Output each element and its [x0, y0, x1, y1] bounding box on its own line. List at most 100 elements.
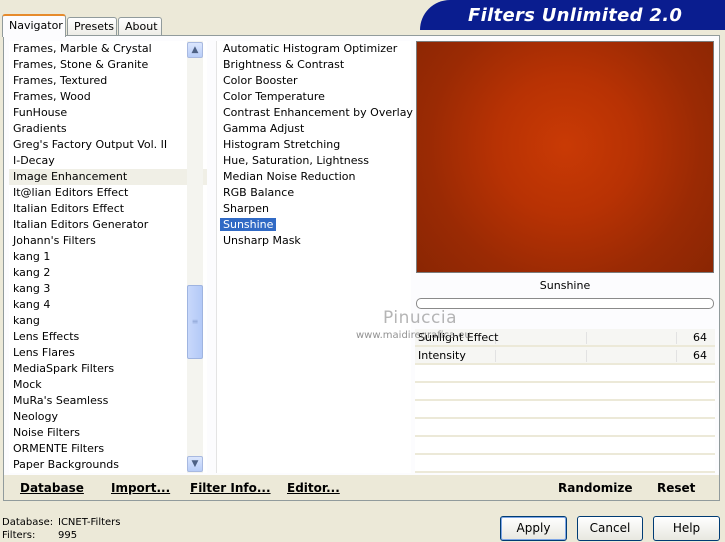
- list-item[interactable]: Greg's Factory Output Vol. II: [9, 137, 207, 153]
- database-link-label: Database: [20, 481, 84, 495]
- list-item-label: Johann's Filters: [13, 234, 96, 247]
- list-item-label: Frames, Textured: [13, 74, 108, 87]
- list-item[interactable]: MediaSpark Filters: [9, 361, 207, 377]
- database-link[interactable]: Database: [20, 481, 84, 495]
- list-item-label: Frames, Stone & Granite: [13, 58, 149, 71]
- list-item-label: Lens Effects: [13, 330, 80, 343]
- list-item[interactable]: Paper Backgrounds: [9, 457, 207, 473]
- list-item-label: kang 3: [13, 282, 51, 295]
- list-item[interactable]: Color Booster: [217, 73, 411, 89]
- reset-button[interactable]: Reset: [657, 481, 695, 495]
- database-label: Database:: [2, 517, 54, 528]
- cancel-button[interactable]: Cancel: [577, 516, 643, 541]
- progress-bar: [416, 298, 714, 309]
- watermark-name: Pinuccia: [383, 308, 457, 328]
- list-item-label: kang 4: [13, 298, 51, 311]
- list-item-label: Italian Editors Effect: [13, 202, 125, 215]
- apply-button[interactable]: Apply: [500, 516, 567, 541]
- preview-image: [416, 41, 714, 273]
- list-item-label: Histogram Stretching: [223, 138, 341, 151]
- list-item[interactable]: I-Decay: [9, 153, 207, 169]
- tab-navigator[interactable]: Navigator: [2, 14, 66, 37]
- list-item-label: Greg's Factory Output Vol. II: [13, 138, 168, 151]
- list-item[interactable]: MuRa's Seamless: [9, 393, 207, 409]
- list-item[interactable]: Gamma Adjust: [217, 121, 411, 137]
- help-button[interactable]: Help: [653, 516, 720, 541]
- list-item[interactable]: Image Enhancement: [9, 169, 207, 185]
- list-item[interactable]: Automatic Histogram Optimizer: [217, 41, 411, 57]
- list-item[interactable]: Frames, Textured: [9, 73, 207, 89]
- watermark-url: www.maidiregrafica.eu: [356, 330, 471, 341]
- list-item-label: Image Enhancement: [13, 170, 128, 183]
- param-row-empty: [415, 419, 715, 437]
- list-item-label: Color Temperature: [223, 90, 325, 103]
- param-value: 64: [693, 349, 707, 362]
- list-item[interactable]: kang 3: [9, 281, 207, 297]
- list-item-label: I-Decay: [13, 154, 55, 167]
- param-row-empty: [415, 365, 715, 383]
- list-item[interactable]: RGB Balance: [217, 185, 411, 201]
- list-item[interactable]: Histogram Stretching: [217, 137, 411, 153]
- list-item-label: Italian Editors Generator: [13, 218, 149, 231]
- list-item[interactable]: kang 1: [9, 249, 207, 265]
- list-item[interactable]: Contrast Enhancement by Overlay: [217, 105, 413, 121]
- scrollbar-thumb[interactable]: ≡: [187, 285, 203, 359]
- tab-presets[interactable]: Presets: [67, 17, 117, 36]
- list-item[interactable]: Italian Editors Generator: [9, 217, 207, 233]
- list-item[interactable]: Median Noise Reduction: [217, 169, 411, 185]
- list-item-label: Hue, Saturation, Lightness: [223, 154, 369, 167]
- filter-info-link[interactable]: Filter Info...: [190, 481, 271, 495]
- tab-about[interactable]: About: [118, 17, 162, 36]
- list-item-label: Mock: [13, 378, 42, 391]
- list-item[interactable]: Sunshine: [217, 217, 411, 233]
- slider-track[interactable]: [495, 332, 677, 344]
- slider-track[interactable]: [495, 350, 677, 362]
- param-row-empty: [415, 437, 715, 455]
- status-info: Database: ICNET-Filters Filters: 995: [2, 516, 121, 542]
- list-item[interactable]: kang: [9, 313, 207, 329]
- category-scrollbar[interactable]: ▲ ≡ ▼: [187, 41, 203, 473]
- list-item[interactable]: Brightness & Contrast: [217, 57, 411, 73]
- preview-caption: Sunshine: [539, 279, 591, 292]
- list-item[interactable]: Hue, Saturation, Lightness: [217, 153, 411, 169]
- list-item-label: Noise Filters: [13, 426, 80, 439]
- randomize-button[interactable]: Randomize: [558, 481, 632, 495]
- list-item[interactable]: Frames, Wood: [9, 89, 207, 105]
- param-row-empty: [415, 383, 715, 401]
- list-item[interactable]: kang 4: [9, 297, 207, 313]
- filter-list[interactable]: Automatic Histogram Optimizer Brightness …: [216, 41, 413, 473]
- list-item[interactable]: Sharpen: [217, 201, 411, 217]
- chevron-up-icon[interactable]: ▲: [187, 42, 203, 58]
- list-item[interactable]: Lens Effects: [9, 329, 207, 345]
- list-item-label: Gradients: [13, 122, 67, 135]
- list-item-label: FunHouse: [13, 106, 68, 119]
- list-item-label: Sharpen: [223, 202, 269, 215]
- list-item[interactable]: It@lian Editors Effect: [9, 185, 207, 201]
- list-item[interactable]: Italian Editors Effect: [9, 201, 207, 217]
- category-list[interactable]: Frames, Marble & Crystal Frames, Stone & …: [9, 41, 207, 473]
- list-item[interactable]: Mock: [9, 377, 207, 393]
- list-item-label: Median Noise Reduction: [223, 170, 356, 183]
- list-item-label: RGB Balance: [223, 186, 295, 199]
- list-item[interactable]: Frames, Stone & Granite: [9, 57, 207, 73]
- param-name: Intensity: [418, 349, 466, 362]
- list-item[interactable]: Gradients: [9, 121, 207, 137]
- list-item-label: Color Booster: [223, 74, 298, 87]
- list-item[interactable]: kang 2: [9, 265, 207, 281]
- list-item[interactable]: Color Temperature: [217, 89, 411, 105]
- list-item[interactable]: Unsharp Mask: [217, 233, 411, 249]
- list-item[interactable]: ORMENTE Filters: [9, 441, 207, 457]
- list-item[interactable]: Lens Flares: [9, 345, 207, 361]
- list-item[interactable]: Johann's Filters: [9, 233, 207, 249]
- chevron-down-icon[interactable]: ▼: [187, 456, 203, 472]
- panel-toolbar: Database Import... Filter Info... Editor…: [4, 475, 719, 500]
- list-item[interactable]: Frames, Marble & Crystal: [9, 41, 207, 57]
- list-item-label: Brightness & Contrast: [223, 58, 345, 71]
- list-item[interactable]: FunHouse: [9, 105, 207, 121]
- param-value: 64: [693, 331, 707, 344]
- import-link[interactable]: Import...: [111, 481, 170, 495]
- list-item[interactable]: Neology: [9, 409, 207, 425]
- param-row-intensity[interactable]: Intensity 64: [415, 347, 715, 365]
- editor-link[interactable]: Editor...: [287, 481, 340, 495]
- list-item[interactable]: Noise Filters: [9, 425, 207, 441]
